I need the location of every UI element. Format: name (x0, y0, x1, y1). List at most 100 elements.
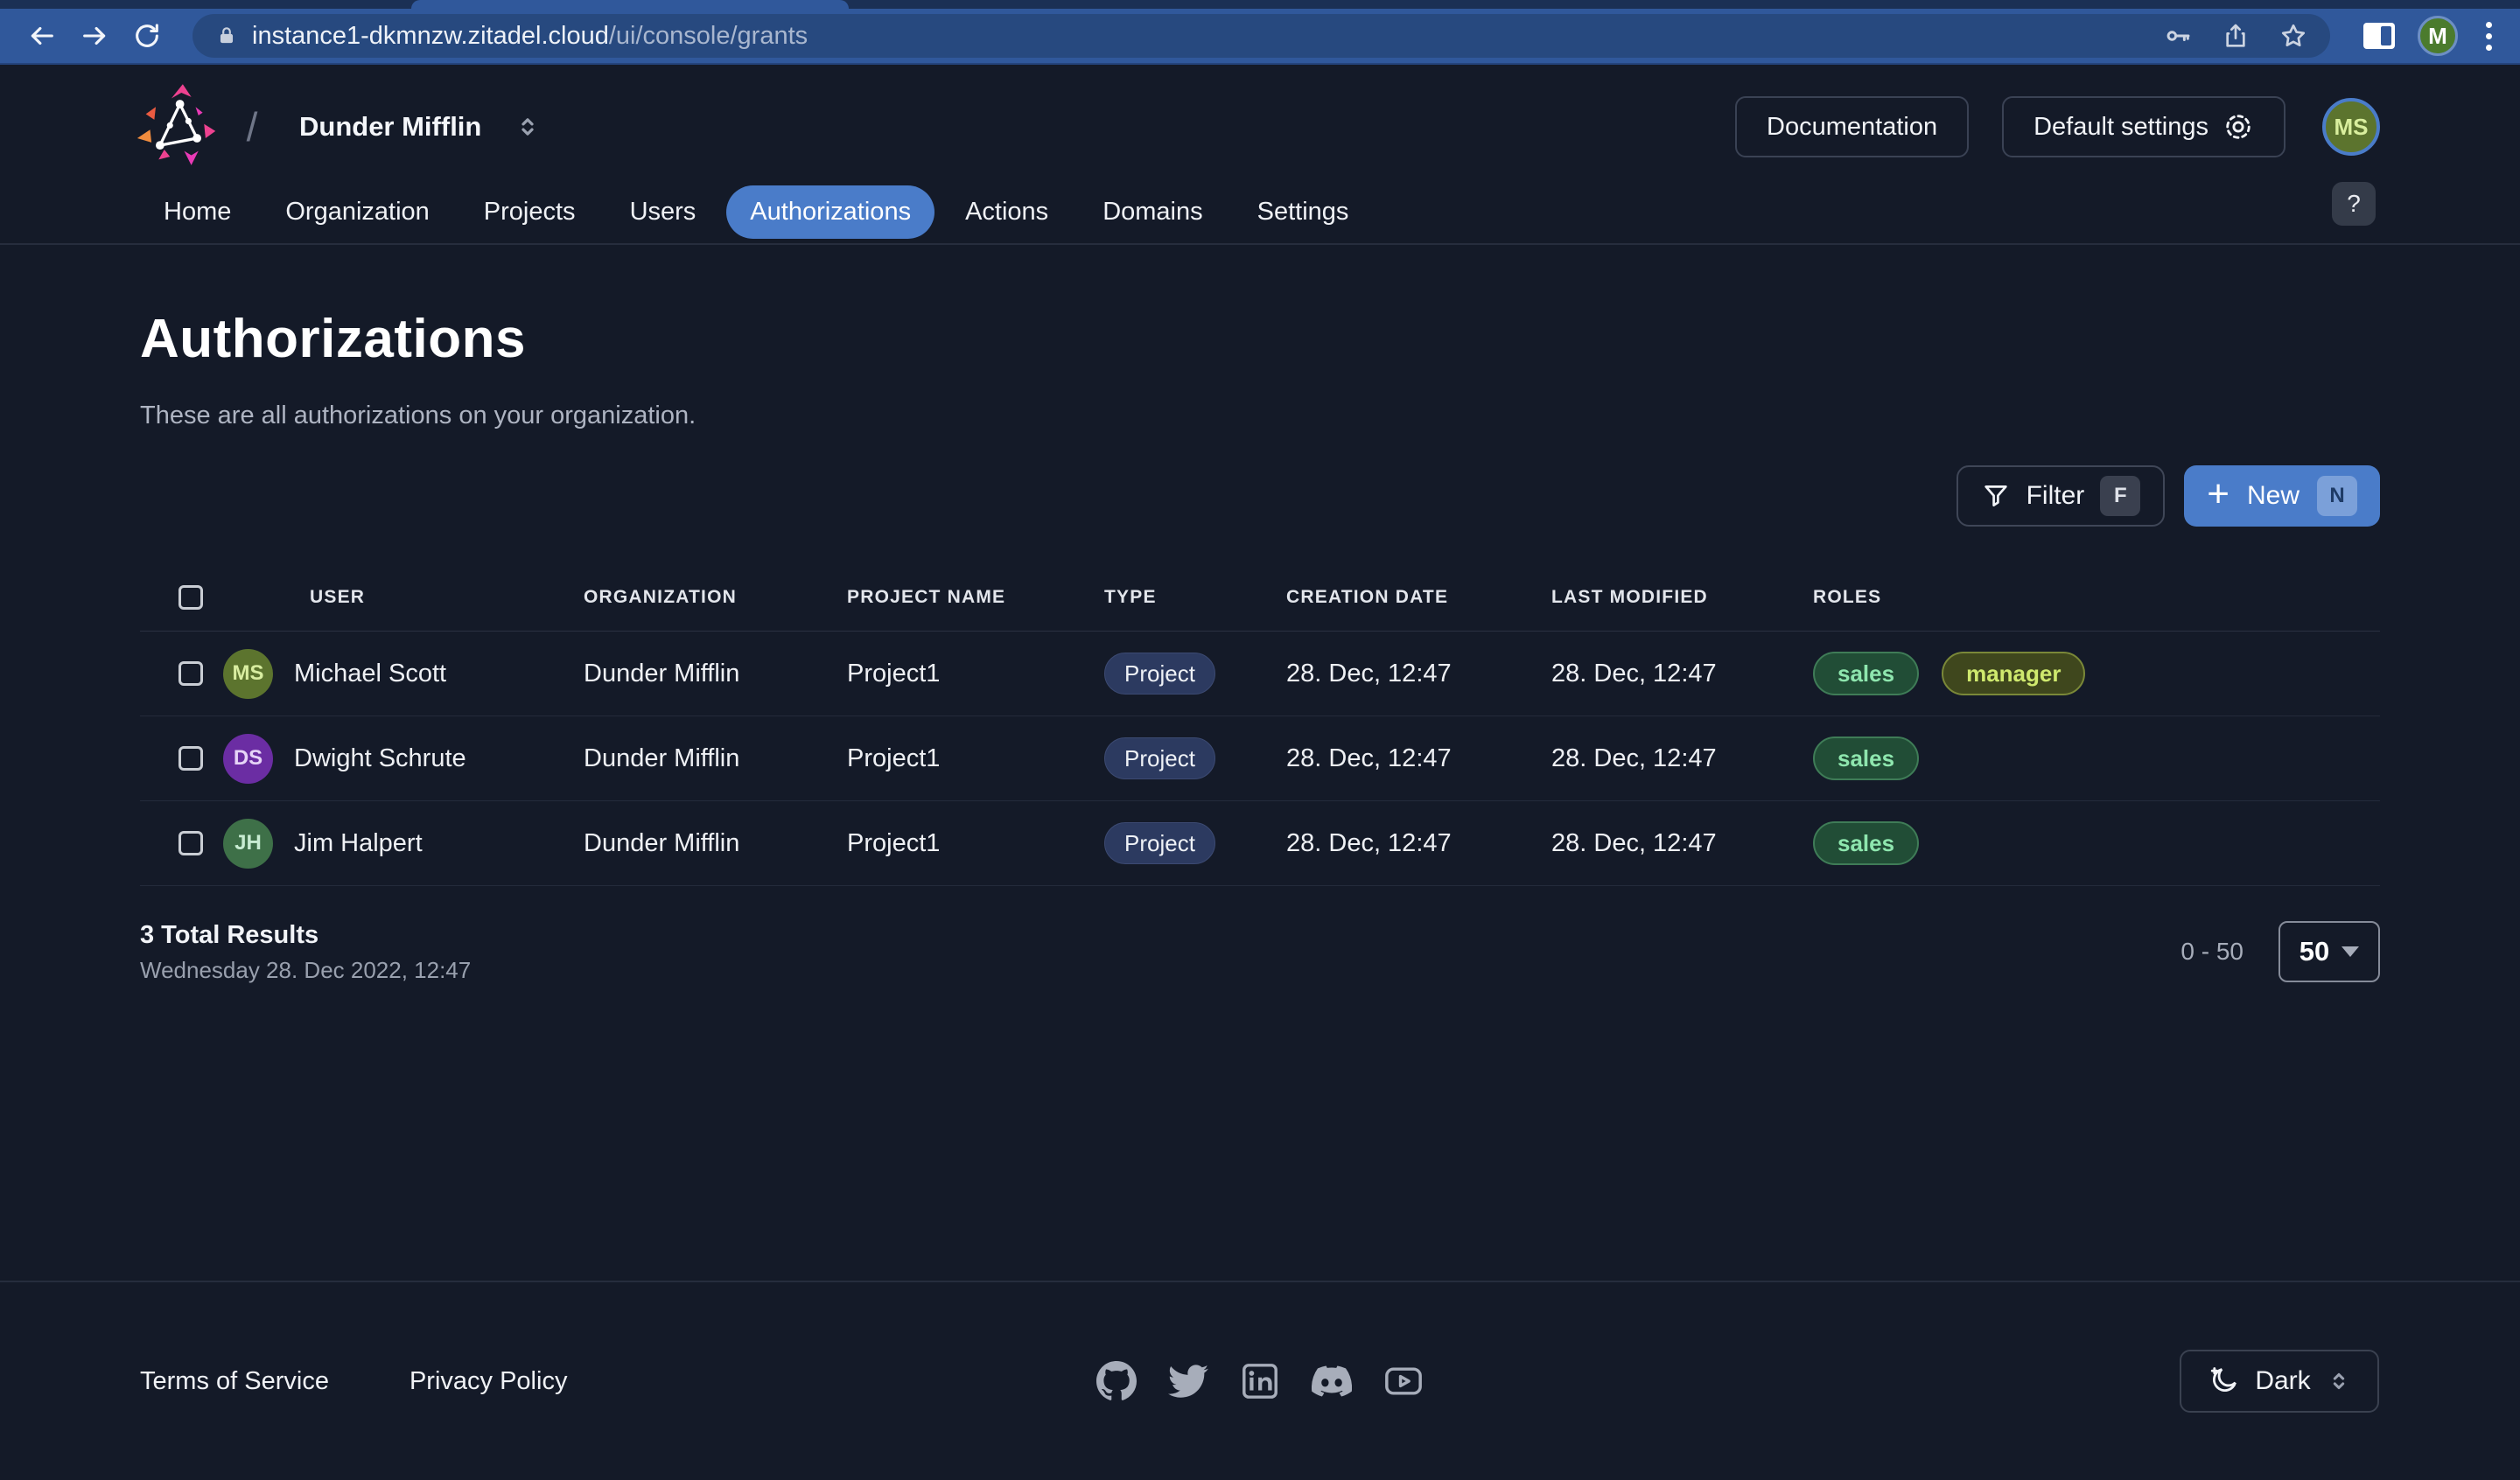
cell-creation-date: 28. Dec, 12:47 (1286, 744, 1551, 773)
results-bar: 3 Total Results Wednesday 28. Dec 2022, … (140, 921, 2380, 984)
bookmark-star-icon[interactable] (2279, 22, 2307, 50)
twitter-icon[interactable] (1168, 1361, 1208, 1401)
plus-icon: + (2207, 475, 2230, 513)
col-roles: ROLES (1813, 587, 2380, 608)
forward-icon[interactable] (72, 13, 117, 59)
zitadel-console-screen: instance1-dkmnzw.zitadel.cloud/ui/consol… (0, 0, 2520, 1480)
type-badge: Project (1104, 653, 1215, 695)
theme-select[interactable]: Dark (2180, 1350, 2379, 1413)
paginator: 0 - 50 50 (2180, 921, 2380, 982)
unfold-icon (514, 114, 541, 140)
cell-organization: Dunder Mifflin (584, 744, 847, 773)
url-path: /ui/console/grants (609, 22, 808, 50)
main-content: Authorizations These are all authorizati… (0, 247, 2520, 984)
col-organization: ORGANIZATION (584, 587, 847, 608)
page-subtitle: These are all authorizations on your org… (140, 401, 2380, 430)
col-type: TYPE (1104, 587, 1286, 608)
browser-chrome: instance1-dkmnzw.zitadel.cloud/ui/consol… (0, 0, 2520, 65)
share-icon[interactable] (2222, 22, 2250, 50)
cell-project-name: Project1 (847, 744, 1104, 773)
browser-profile-avatar[interactable]: M (2418, 16, 2458, 56)
cell-user: Jim Halpert (294, 829, 423, 858)
github-icon[interactable] (1096, 1361, 1137, 1401)
social-links (1096, 1361, 1424, 1401)
browser-active-tab[interactable] (411, 0, 849, 9)
role-badge-manager: manager (1942, 652, 2085, 695)
caret-down-icon (2342, 946, 2359, 957)
console-header: / Dunder Mifflin Documentation Default s… (0, 65, 2520, 245)
results-timestamp: Wednesday 28. Dec 2022, 12:47 (140, 957, 471, 984)
help-button[interactable]: ? (2332, 182, 2376, 226)
browser-toolbar: instance1-dkmnzw.zitadel.cloud/ui/consol… (0, 9, 2520, 63)
role-badge-sales: sales (1813, 821, 1919, 865)
back-icon[interactable] (19, 13, 65, 59)
tab-users[interactable]: Users (606, 185, 720, 239)
org-name: Dunder Mifflin (299, 111, 481, 143)
filter-button[interactable]: Filter F (1956, 465, 2166, 527)
gear-icon (2222, 111, 2254, 143)
url-host: instance1-dkmnzw.zitadel.cloud (252, 22, 609, 50)
tab-home[interactable]: Home (140, 185, 255, 239)
cell-organization: Dunder Mifflin (584, 660, 847, 688)
filter-icon (1981, 481, 2011, 511)
urlbar-actions (2164, 22, 2307, 50)
type-badge: Project (1104, 822, 1215, 864)
user-avatar[interactable]: MS (2322, 98, 2380, 156)
tab-settings[interactable]: Settings (1234, 185, 1373, 239)
avatar: MS (223, 649, 273, 699)
table-row[interactable]: JH Jim Halpert Dunder Mifflin Project1 P… (140, 801, 2380, 886)
tab-organization[interactable]: Organization (262, 185, 452, 239)
tab-authorizations[interactable]: Authorizations (726, 185, 934, 239)
cell-user: Michael Scott (294, 660, 446, 688)
page-title: Authorizations (140, 308, 2380, 370)
linkedin-icon[interactable] (1240, 1361, 1280, 1401)
type-badge: Project (1104, 737, 1215, 779)
table-header-row: USER ORGANIZATION PROJECT NAME TYPE CREA… (140, 563, 2380, 632)
lock-icon (215, 24, 238, 47)
new-button[interactable]: + New N (2184, 465, 2380, 527)
role-badge-sales: sales (1813, 652, 1919, 695)
cell-creation-date: 28. Dec, 12:47 (1286, 660, 1551, 688)
browser-profile-initial: M (2428, 23, 2447, 50)
col-last-modified: LAST MODIFIED (1551, 587, 1813, 608)
filter-shortcut-badge: F (2100, 476, 2140, 516)
cell-user: Dwight Schrute (294, 744, 466, 773)
page-range: 0 - 50 (2180, 938, 2244, 966)
browser-right-controls: M (2363, 16, 2501, 56)
page-size-value: 50 (2300, 936, 2329, 967)
privacy-policy-link[interactable]: Privacy Policy (410, 1367, 568, 1396)
moon-icon (2208, 1365, 2239, 1397)
row-checkbox[interactable] (178, 831, 203, 855)
tab-domains[interactable]: Domains (1079, 185, 1226, 239)
documentation-button[interactable]: Documentation (1735, 96, 1969, 157)
reload-icon[interactable] (124, 13, 170, 59)
cell-last-modified: 28. Dec, 12:47 (1551, 744, 1813, 773)
col-project-name: PROJECT NAME (847, 587, 1104, 608)
discord-icon[interactable] (1312, 1361, 1352, 1401)
filter-label: Filter (2026, 481, 2085, 511)
key-icon[interactable] (2164, 22, 2192, 50)
zitadel-logo[interactable] (133, 81, 224, 172)
browser-menu-icon[interactable] (2481, 22, 2497, 51)
cell-creation-date: 28. Dec, 12:47 (1286, 829, 1551, 858)
authorizations-table: USER ORGANIZATION PROJECT NAME TYPE CREA… (140, 563, 2380, 886)
youtube-icon[interactable] (1383, 1361, 1424, 1401)
avatar: DS (223, 734, 273, 784)
row-checkbox[interactable] (178, 746, 203, 771)
terms-of-service-link[interactable]: Terms of Service (140, 1367, 329, 1396)
page-size-select[interactable]: 50 (2278, 921, 2380, 982)
tab-actions[interactable]: Actions (942, 185, 1072, 239)
tab-projects[interactable]: Projects (460, 185, 599, 239)
table-row[interactable]: MS Michael Scott Dunder Mifflin Project1… (140, 632, 2380, 716)
row-checkbox[interactable] (178, 661, 203, 686)
new-shortcut-badge: N (2317, 476, 2357, 516)
select-all-checkbox[interactable] (178, 585, 203, 610)
url-bar[interactable]: instance1-dkmnzw.zitadel.cloud/ui/consol… (192, 14, 2330, 58)
default-settings-button[interactable]: Default settings (2002, 96, 2286, 157)
side-panel-icon[interactable] (2363, 23, 2395, 49)
org-switcher[interactable]: Dunder Mifflin (299, 111, 541, 143)
table-row[interactable]: DS Dwight Schrute Dunder Mifflin Project… (140, 716, 2380, 801)
cell-project-name: Project1 (847, 660, 1104, 688)
theme-label: Dark (2255, 1366, 2310, 1396)
cell-project-name: Project1 (847, 829, 1104, 858)
